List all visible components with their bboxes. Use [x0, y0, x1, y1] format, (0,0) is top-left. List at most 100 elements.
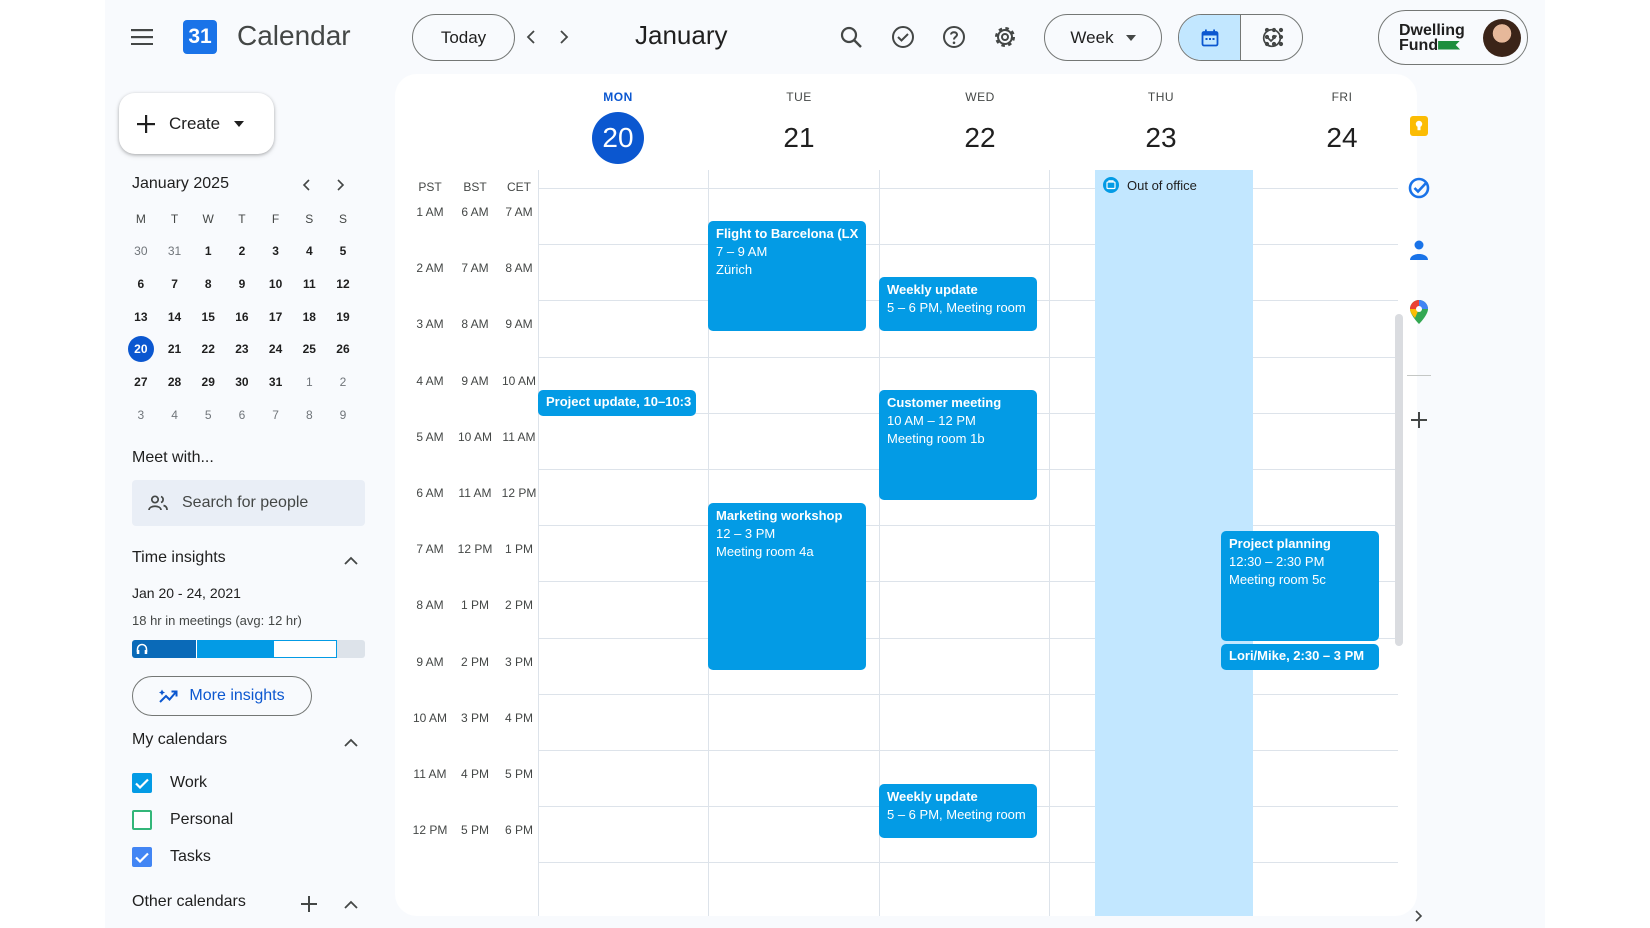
event-customer-meeting[interactable]: Customer meeting 10 AM – 12 PM Meeting r… — [879, 390, 1037, 500]
previous-week-button[interactable] — [518, 24, 544, 50]
search-people-input[interactable]: Search for people — [132, 480, 365, 526]
mini-day[interactable]: 2 — [225, 235, 259, 268]
mini-day-number: 7 — [272, 407, 279, 422]
mini-day[interactable]: 25 — [292, 333, 326, 366]
google-apps-button[interactable] — [1258, 21, 1290, 53]
mini-day[interactable]: 24 — [259, 333, 293, 366]
mini-day[interactable]: 2 — [326, 366, 360, 399]
mini-day[interactable]: 4 — [292, 235, 326, 268]
time-insights-collapse-button[interactable] — [339, 548, 363, 572]
mini-day[interactable]: 6 — [124, 268, 158, 301]
maps-button[interactable] — [1405, 298, 1433, 326]
mini-day[interactable]: 10 — [259, 268, 293, 301]
mini-day[interactable]: 11 — [292, 268, 326, 301]
work-checkbox[interactable] — [132, 773, 152, 793]
tasks-button[interactable] — [887, 21, 919, 53]
search-button[interactable] — [835, 21, 867, 53]
menu-button[interactable] — [125, 20, 159, 54]
mini-day[interactable]: 27 — [124, 366, 158, 399]
tasks-app-button[interactable] — [1405, 174, 1433, 202]
mini-day[interactable]: 22 — [191, 333, 225, 366]
mini-day[interactable]: 8 — [191, 268, 225, 301]
mini-day[interactable]: 7 — [259, 398, 293, 431]
mini-day[interactable]: 15 — [191, 300, 225, 333]
mini-day-number: 30 — [134, 244, 148, 259]
mini-day[interactable]: 21 — [158, 333, 192, 366]
event-lori-mike[interactable]: Lori/Mike, 2:30 – 3 PM — [1221, 644, 1379, 670]
mini-day[interactable]: 1 — [191, 235, 225, 268]
personal-checkbox[interactable] — [132, 810, 152, 830]
mini-day[interactable]: 30 — [225, 366, 259, 399]
more-insights-button[interactable]: More insights — [132, 676, 312, 716]
mini-day[interactable]: 23 — [225, 333, 259, 366]
date-number[interactable]: 21 — [773, 112, 825, 164]
next-week-button[interactable] — [551, 24, 577, 50]
help-button[interactable] — [938, 21, 970, 53]
tasks-checkbox[interactable] — [132, 847, 152, 867]
account-button[interactable]: Dwelling Fund — [1378, 10, 1528, 65]
mini-day[interactable]: 3 — [259, 235, 293, 268]
event-weekly-update-2[interactable]: Weekly update 5 – 6 PM, Meeting room — [879, 784, 1037, 838]
add-addon-button[interactable] — [1405, 406, 1433, 434]
mini-day[interactable]: 16 — [225, 300, 259, 333]
expand-side-panel-button[interactable] — [1405, 906, 1433, 926]
mini-day[interactable]: 26 — [326, 333, 360, 366]
trending-up-icon — [159, 689, 178, 703]
event-flight[interactable]: Flight to Barcelona (LX 7 – 9 AM Zürich — [708, 221, 866, 331]
event-time: 12 – 3 PM — [716, 526, 776, 541]
mini-day[interactable]: 9 — [225, 268, 259, 301]
mini-day[interactable]: 9 — [326, 398, 360, 431]
event-project-update[interactable]: Project update, 10–10:3 — [538, 390, 696, 416]
calendar-icon — [1201, 29, 1218, 46]
settings-button[interactable] — [989, 21, 1021, 53]
check-icon — [135, 852, 149, 863]
event-weekly-update[interactable]: Weekly update 5 – 6 PM, Meeting room — [879, 277, 1037, 331]
mini-day[interactable]: 5 — [326, 235, 360, 268]
mini-day[interactable]: 31 — [259, 366, 293, 399]
mini-calendar-next-button[interactable] — [330, 174, 352, 196]
mini-day[interactable]: 30 — [124, 235, 158, 268]
mini-day[interactable]: 1 — [292, 366, 326, 399]
calendar-item-work[interactable]: Work — [132, 773, 207, 793]
mini-day[interactable]: 29 — [191, 366, 225, 399]
mini-day[interactable]: 4 — [158, 398, 192, 431]
date-number[interactable]: 24 — [1316, 112, 1368, 164]
calendar-item-personal[interactable]: Personal — [132, 810, 233, 830]
mini-day[interactable]: 18 — [292, 300, 326, 333]
keep-button[interactable] — [1405, 112, 1433, 140]
time-insights-bar[interactable] — [132, 640, 365, 658]
calendar-item-tasks[interactable]: Tasks — [132, 847, 211, 867]
today-button[interactable]: Today — [412, 14, 515, 61]
add-other-calendar-button[interactable] — [297, 892, 321, 916]
mini-day[interactable]: 17 — [259, 300, 293, 333]
mini-day-number: 28 — [167, 375, 182, 390]
vertical-scrollbar[interactable] — [1395, 314, 1403, 646]
mini-day[interactable]: 14 — [158, 300, 192, 333]
mini-day[interactable]: 12 — [326, 268, 360, 301]
create-button[interactable]: Create — [119, 93, 274, 154]
event-title: Weekly update — [887, 789, 978, 804]
mini-day[interactable]: 13 — [124, 300, 158, 333]
mini-day[interactable]: 19 — [326, 300, 360, 333]
other-calendars-collapse-button[interactable] — [339, 892, 363, 916]
mini-day[interactable]: 8 — [292, 398, 326, 431]
date-number[interactable]: 22 — [954, 112, 1006, 164]
date-number[interactable]: 23 — [1135, 112, 1187, 164]
mini-day-number: 9 — [339, 407, 347, 422]
event-project-planning[interactable]: Project planning 12:30 – 2:30 PM Meeting… — [1221, 531, 1379, 641]
date-number[interactable]: 20 — [592, 112, 644, 164]
calendar-logo[interactable]: 31 — [183, 20, 217, 54]
mini-day-selected[interactable]: 20 — [124, 333, 158, 366]
calendar-view-toggle[interactable] — [1179, 15, 1240, 60]
mini-day[interactable]: 31 — [158, 235, 192, 268]
my-calendars-collapse-button[interactable] — [339, 730, 363, 754]
event-marketing-workshop[interactable]: Marketing workshop 12 – 3 PM Meeting roo… — [708, 503, 866, 670]
mini-day[interactable]: 3 — [124, 398, 158, 431]
mini-day[interactable]: 6 — [225, 398, 259, 431]
contacts-button[interactable] — [1405, 236, 1433, 264]
mini-day[interactable]: 28 — [158, 366, 192, 399]
mini-day[interactable]: 5 — [191, 398, 225, 431]
mini-day[interactable]: 7 — [158, 268, 192, 301]
view-selector-button[interactable]: Week — [1044, 14, 1162, 61]
mini-calendar-prev-button[interactable] — [295, 174, 317, 196]
